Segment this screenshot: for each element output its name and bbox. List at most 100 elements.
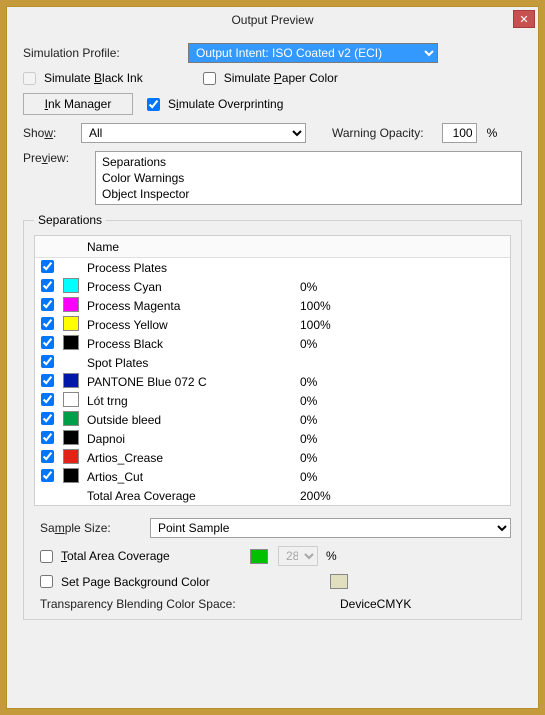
sample-size-label: Sample Size: [40,521,150,535]
color-swatch [63,430,79,445]
separation-checkbox[interactable] [41,412,54,425]
separation-value: 0% [300,375,400,389]
separation-name: Process Magenta [85,299,300,313]
window-title: Output Preview [231,13,313,27]
separations-header: Name [35,236,510,258]
color-swatch [63,316,79,331]
warning-opacity-label: Warning Opacity: [332,126,424,140]
transparency-space-value: DeviceCMYK [340,597,411,611]
simulate-paper-color-checkbox[interactable]: Simulate Paper Color [203,71,338,85]
simulate-overprinting-label: Simulate Overprinting [168,97,283,111]
separation-row[interactable]: Lót trng0% [35,391,510,410]
simulate-paper-color-input[interactable] [203,72,216,85]
separation-name: Process Black [85,337,300,351]
separation-value: 100% [300,299,400,313]
separations-body: Process PlatesProcess Cyan0%Process Mage… [35,258,510,505]
ink-manager-button[interactable]: Ink Manager [23,93,133,115]
separation-checkbox[interactable] [41,298,54,311]
tac-threshold-select[interactable]: 280 [278,546,318,566]
color-swatch [63,297,79,312]
separation-checkbox[interactable] [41,355,54,368]
separations-legend: Separations [34,213,106,227]
show-label: Show: [23,126,81,140]
total-area-coverage-checkbox[interactable]: Total Area Coverage [40,549,250,563]
separation-checkbox[interactable] [41,279,54,292]
simulate-paper-color-label: Simulate Paper Color [224,71,338,85]
content-area: Simulation Profile: Output Intent: ISO C… [7,33,538,708]
separation-name: Total Area Coverage [85,489,300,503]
separation-checkbox[interactable] [41,393,54,406]
output-preview-window: Output Preview ✕ Simulation Profile: Out… [6,6,539,709]
separation-value: 0% [300,280,400,294]
close-button[interactable]: ✕ [513,10,535,28]
separation-name: Outside bleed [85,413,300,427]
color-swatch [63,373,79,388]
set-bg-color-label: Set Page Background Color [61,575,210,589]
separations-group: Separations Name Process Plates Process C… [23,213,522,620]
warning-opacity-pct: % [487,126,498,140]
simulation-profile-select[interactable]: Output Intent: ISO Coated v2 (ECI) [188,43,438,63]
separation-checkbox[interactable] [41,469,54,482]
separation-row[interactable]: Process Black0% [35,334,510,353]
separation-value: 0% [300,470,400,484]
color-swatch [63,411,79,426]
separation-checkbox[interactable] [41,450,54,463]
separation-name: Lót trng [85,394,300,408]
separation-checkbox[interactable] [41,317,54,330]
separation-name: Artios_Crease [85,451,300,465]
separation-row[interactable]: Outside bleed0% [35,410,510,429]
color-swatch [63,449,79,464]
preview-item-object-inspector[interactable]: Object Inspector [102,186,515,202]
separation-row[interactable]: Dapnoi0% [35,429,510,448]
separation-name: Process Plates [85,261,300,275]
separation-value: 0% [300,413,400,427]
separation-checkbox[interactable] [41,336,54,349]
simulate-overprinting-input[interactable] [147,98,160,111]
preview-item-color-warnings[interactable]: Color Warnings [102,170,515,186]
color-swatch [63,278,79,293]
separation-row[interactable]: Artios_Cut0% [35,467,510,486]
separation-row[interactable]: Process Cyan0% [35,277,510,296]
preview-label: Preview: [23,151,95,165]
separation-name: Process Cyan [85,280,300,294]
simulate-black-ink-label: Simulate Black Ink [44,71,143,85]
separations-table: Name Process PlatesProcess Cyan0%Process… [34,235,511,506]
separation-value: 0% [300,451,400,465]
separation-row[interactable]: Process Magenta100% [35,296,510,315]
preview-item-separations[interactable]: Separations [102,154,515,170]
bg-color-swatch[interactable] [330,574,348,589]
tac-swatch [250,549,268,564]
show-select[interactable]: All [81,123,306,143]
transparency-space-label: Transparency Blending Color Space: [40,597,340,611]
sample-size-select[interactable]: Point Sample [150,518,511,538]
separation-row[interactable]: Artios_Crease0% [35,448,510,467]
col-name-header: Name [85,240,300,254]
separation-row[interactable]: Spot Plates [35,353,510,372]
separation-row[interactable]: Total Area Coverage200% [35,486,510,505]
simulate-black-ink-checkbox[interactable]: Simulate Black Ink [23,71,143,85]
separation-value: 0% [300,394,400,408]
total-area-coverage-label: Total Area Coverage [61,549,170,563]
simulation-profile-label: Simulation Profile: [23,46,188,60]
separation-name: Process Yellow [85,318,300,332]
simulate-overprinting-checkbox[interactable]: Simulate Overprinting [147,97,283,111]
warning-opacity-input[interactable] [442,123,477,143]
separation-row[interactable]: PANTONE Blue 072 C0% [35,372,510,391]
titlebar: Output Preview ✕ [7,7,538,33]
total-area-coverage-input[interactable] [40,550,53,563]
separation-value: 0% [300,337,400,351]
separation-name: Artios_Cut [85,470,300,484]
simulate-black-ink-input[interactable] [23,72,36,85]
color-swatch [63,335,79,350]
separation-row[interactable]: Process Yellow100% [35,315,510,334]
separation-value: 0% [300,432,400,446]
separation-row[interactable]: Process Plates [35,258,510,277]
preview-listbox[interactable]: Separations Color Warnings Object Inspec… [95,151,522,205]
separation-checkbox[interactable] [41,431,54,444]
close-icon: ✕ [519,13,528,26]
separation-checkbox[interactable] [41,260,54,273]
separation-name: PANTONE Blue 072 C [85,375,300,389]
set-bg-color-checkbox[interactable]: Set Page Background Color [40,575,330,589]
set-bg-color-input[interactable] [40,575,53,588]
separation-checkbox[interactable] [41,374,54,387]
